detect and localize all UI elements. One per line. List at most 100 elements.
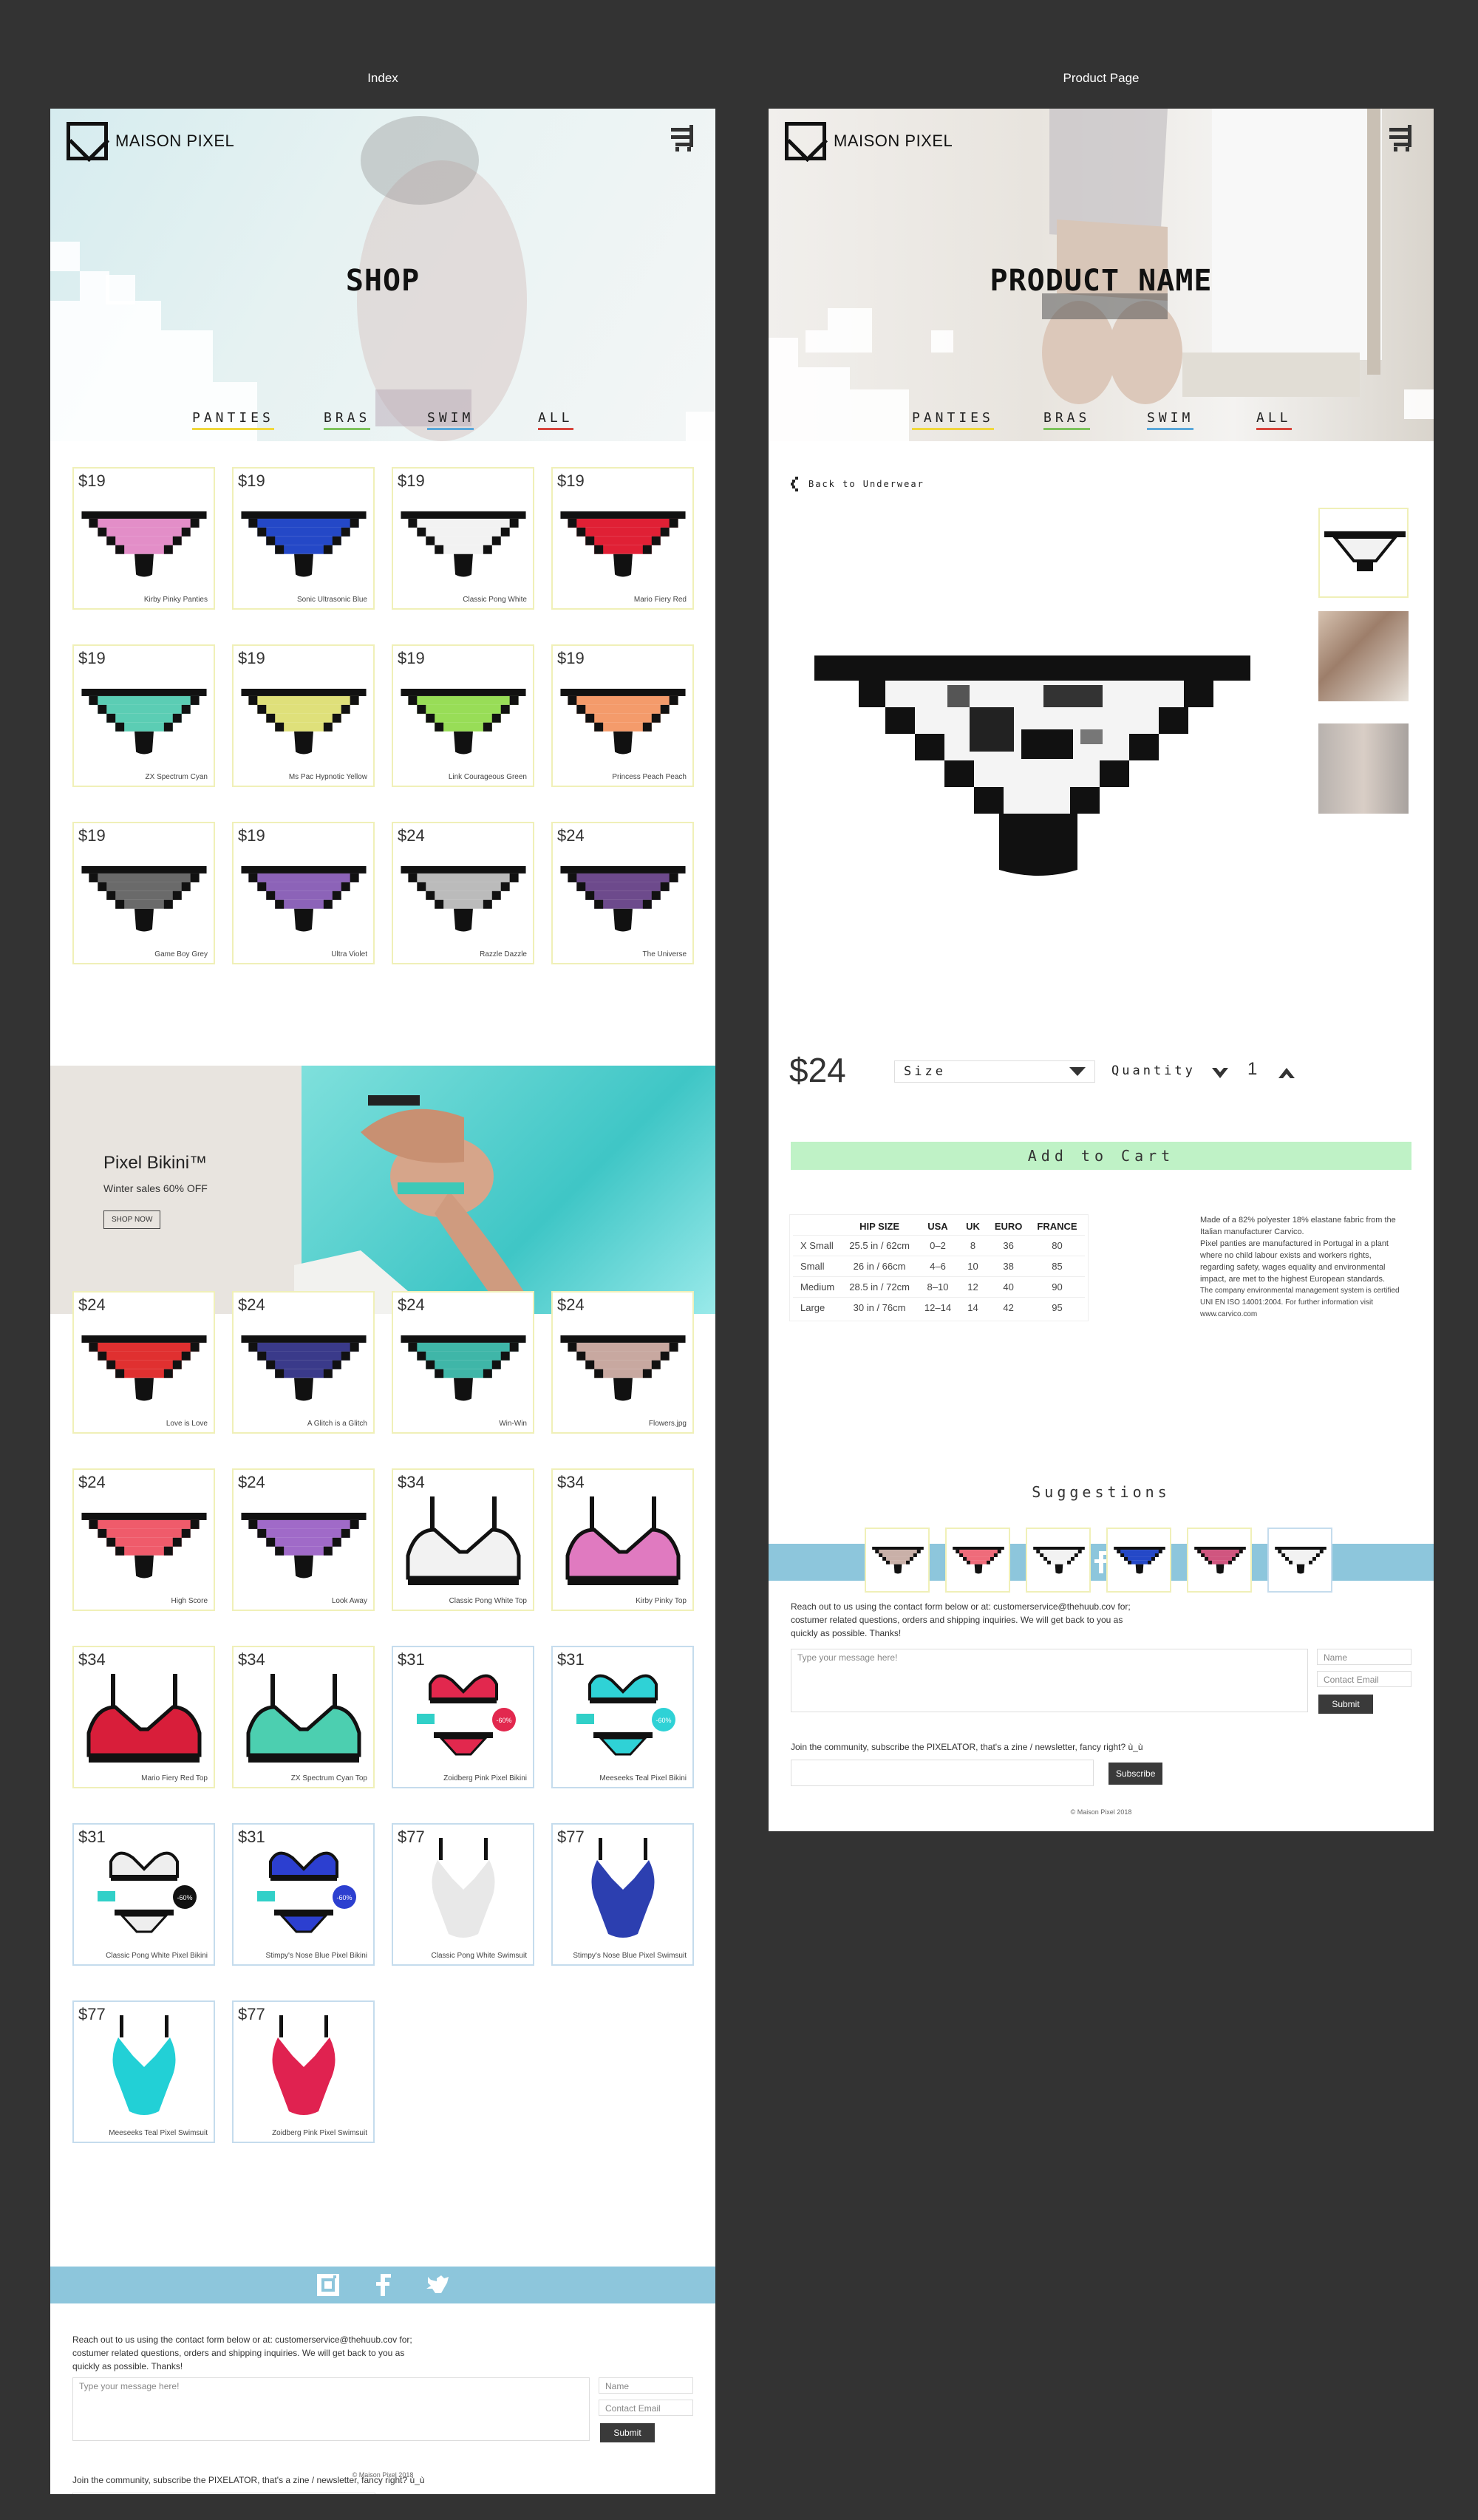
message-input[interactable]: Type your message here! [791,1649,1308,1712]
nav-panties[interactable]: PANTIES [192,410,274,430]
facebook-icon[interactable] [370,2272,395,2298]
product-name: Win-Win [499,1420,527,1428]
product-card[interactable]: $19 Kirby Pinky Panties [72,467,215,610]
brand-logo[interactable]: MAISON PIXEL [785,122,953,160]
twitter-icon[interactable] [425,2272,450,2298]
product-price: $19 [78,826,106,845]
quantity-value[interactable]: 1 [1247,1059,1257,1080]
message-input[interactable]: Type your message here! [72,2377,590,2441]
product-card[interactable]: $19 Ultra Violet [232,822,375,964]
submit-button[interactable]: Submit [600,2423,655,2442]
nav-all[interactable]: ALL [1256,410,1292,430]
email-input[interactable]: Contact Email [599,2400,693,2416]
suggestion-item[interactable] [1106,1528,1171,1593]
product-price: $24 [398,1295,425,1314]
product-card[interactable]: $19 Link Courageous Green [392,644,534,787]
contact-text: Reach out to us using the contact form b… [72,2335,412,2371]
product-card[interactable]: $34 ZX Spectrum Cyan Top [232,1646,375,1788]
product-card[interactable]: $77 Meeseeks Teal Pixel Swimsuit [72,2000,215,2143]
cart-icon[interactable] [1386,125,1414,153]
size-table-cell: 8–10 [916,1276,959,1298]
back-link[interactable]: Back to Underwear [791,477,924,491]
product-page: MAISON PIXEL PRODUCT NAME PANTIES BRAS S… [769,109,1434,1831]
product-card[interactable]: $19 Game Boy Grey [72,822,215,964]
size-table-cell: 25.5 in / 62cm [842,1235,917,1256]
size-select[interactable]: Size [894,1060,1095,1083]
product-card[interactable]: $31 -60% Meeseeks Teal Pixel Bikini [551,1646,694,1788]
quantity-increase-icon[interactable] [1278,1068,1295,1078]
instagram-icon[interactable] [316,2272,341,2298]
product-card[interactable]: $19 ZX Spectrum Cyan [72,644,215,787]
nav-bras[interactable]: BRAS [324,410,371,430]
suggestion-item[interactable] [1026,1528,1091,1593]
product-image: -60% [417,1674,516,1756]
page-title: PRODUCT NAME [990,264,1213,298]
product-price: $34 [398,1473,425,1491]
subscribe-button[interactable]: Subscribe [1108,1763,1163,1785]
product-card[interactable]: $24 A Glitch is a Glitch [232,1291,375,1434]
product-card[interactable]: $31 -60% Classic Pong White Pixel Bikini [72,1823,215,1966]
suggestion-item[interactable] [1267,1528,1332,1593]
product-card[interactable]: $24 Look Away [232,1468,375,1611]
product-card[interactable]: $34 Kirby Pinky Top [551,1468,694,1611]
product-price: $19 [398,471,425,490]
product-card[interactable]: $77 Stimpy's Nose Blue Pixel Swimsuit [551,1823,694,1966]
nav-bras[interactable]: BRAS [1043,410,1091,430]
product-card[interactable]: $24 The Universe [551,822,694,964]
product-price: $19 [557,471,585,490]
product-price: $24 [78,1473,106,1491]
suggestion-item[interactable] [865,1528,930,1593]
product-description: Made of a 82% polyester 18% elastane fab… [1200,1216,1400,1318]
product-card[interactable]: $31 -60% Stimpy's Nose Blue Pixel Bikini [232,1823,375,1966]
product-image [1114,1547,1165,1574]
email-input[interactable]: Contact Email [1317,1671,1411,1687]
size-table-header: FRANCE [1037,1221,1077,1232]
suggestions-title: Suggestions [1032,1483,1171,1501]
suggestion-item[interactable] [945,1528,1010,1593]
promo-banner[interactable]: Pixel Bikini™ Winter sales 60% OFF SHOP … [50,1066,715,1314]
add-to-cart-button[interactable]: Add to Cart [791,1142,1411,1170]
product-card[interactable]: $24 Flowers.jpg [551,1291,694,1434]
nav-swim[interactable]: SWIM [1147,410,1194,430]
product-name: Razzle Dazzle [480,950,527,958]
nav-all[interactable]: ALL [538,410,573,430]
product-card[interactable]: $34 Classic Pong White Top [392,1468,534,1611]
product-card[interactable]: $24 Love is Love [72,1291,215,1434]
product-card[interactable]: $77 Zoidberg Pink Pixel Swimsuit [232,2000,375,2143]
product-card[interactable]: $24 Razzle Dazzle [392,822,534,964]
discount-badge: -60% [336,1894,352,1901]
newsletter-input[interactable] [791,1760,1094,1786]
product-name: Classic Pong White Pixel Bikini [106,1952,208,1960]
thumb-product[interactable] [1318,508,1409,598]
product-card[interactable]: $19 Ms Pac Hypnotic Yellow [232,644,375,787]
product-price: $19 [557,649,585,667]
product-card[interactable]: $24 High Score [72,1468,215,1611]
brand-logo[interactable]: MAISON PIXEL [67,122,234,160]
product-name: Sonic Ultrasonic Blue [296,596,367,604]
social-bar [50,2267,715,2303]
submit-button[interactable]: Submit [1318,1695,1373,1714]
thumb-lifestyle-1[interactable] [1318,611,1409,701]
nav-swim[interactable]: SWIM [427,410,474,430]
newsletter-input[interactable] [72,2493,375,2494]
product-price: $34 [78,1650,106,1669]
product-image [401,511,526,577]
quantity-decrease-icon[interactable] [1212,1068,1228,1078]
nav-panties[interactable]: PANTIES [912,410,994,430]
name-input[interactable]: Name [1317,1649,1411,1665]
product-card[interactable]: $24 Win-Win [392,1291,534,1434]
shop-now-button[interactable]: SHOP NOW [103,1210,161,1229]
product-card[interactable]: $34 Mario Fiery Red Top [72,1646,215,1788]
thumb-lifestyle-2[interactable] [1318,723,1409,814]
product-card[interactable]: $19 Sonic Ultrasonic Blue [232,467,375,610]
product-price: $19 [238,471,265,490]
product-card[interactable]: $77 Classic Pong White Swimsuit [392,1823,534,1966]
product-card[interactable]: $19 Classic Pong White [392,467,534,610]
name-input[interactable]: Name [599,2377,693,2394]
product-card[interactable]: $19 Princess Peach Peach [551,644,694,787]
product-card[interactable]: $19 Mario Fiery Red [551,467,694,610]
cart-icon[interactable] [668,125,696,153]
product-card[interactable]: $31 -60% Zoidberg Pink Pixel Bikini [392,1646,534,1788]
suggestion-item[interactable] [1187,1528,1252,1593]
product-image [401,689,526,755]
